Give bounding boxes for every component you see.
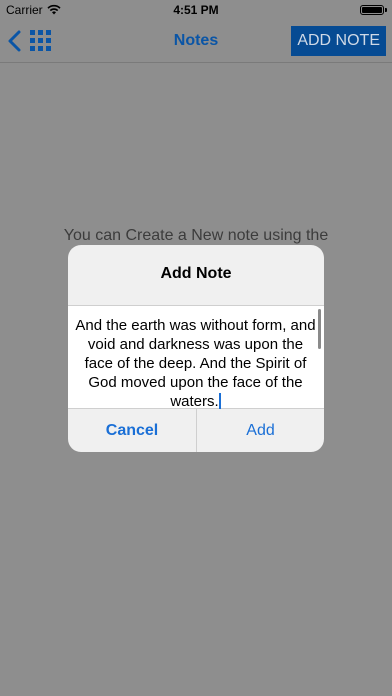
- text-cursor: [218, 393, 221, 409]
- cancel-button[interactable]: Cancel: [68, 409, 196, 452]
- scroll-indicator: [318, 309, 321, 349]
- add-note-dialog: Add Note And the earth was without form,…: [68, 245, 324, 452]
- nav-bar: Notes ADD NOTE: [0, 20, 392, 63]
- note-text-value: And the earth was without form, and void…: [75, 317, 316, 410]
- empty-state-hint: You can Create a New note using the: [63, 227, 329, 244]
- add-button[interactable]: Add: [196, 409, 324, 452]
- battery-icon: [360, 5, 387, 15]
- add-note-button[interactable]: ADD NOTE: [291, 26, 386, 56]
- note-text-input[interactable]: And the earth was without form, and void…: [68, 305, 324, 410]
- dialog-button-row: Cancel Add: [68, 409, 324, 452]
- dialog-title: Add Note: [160, 265, 232, 282]
- status-time: 4:51 PM: [173, 3, 219, 17]
- status-bar: Carrier 4:51 PM: [0, 0, 392, 20]
